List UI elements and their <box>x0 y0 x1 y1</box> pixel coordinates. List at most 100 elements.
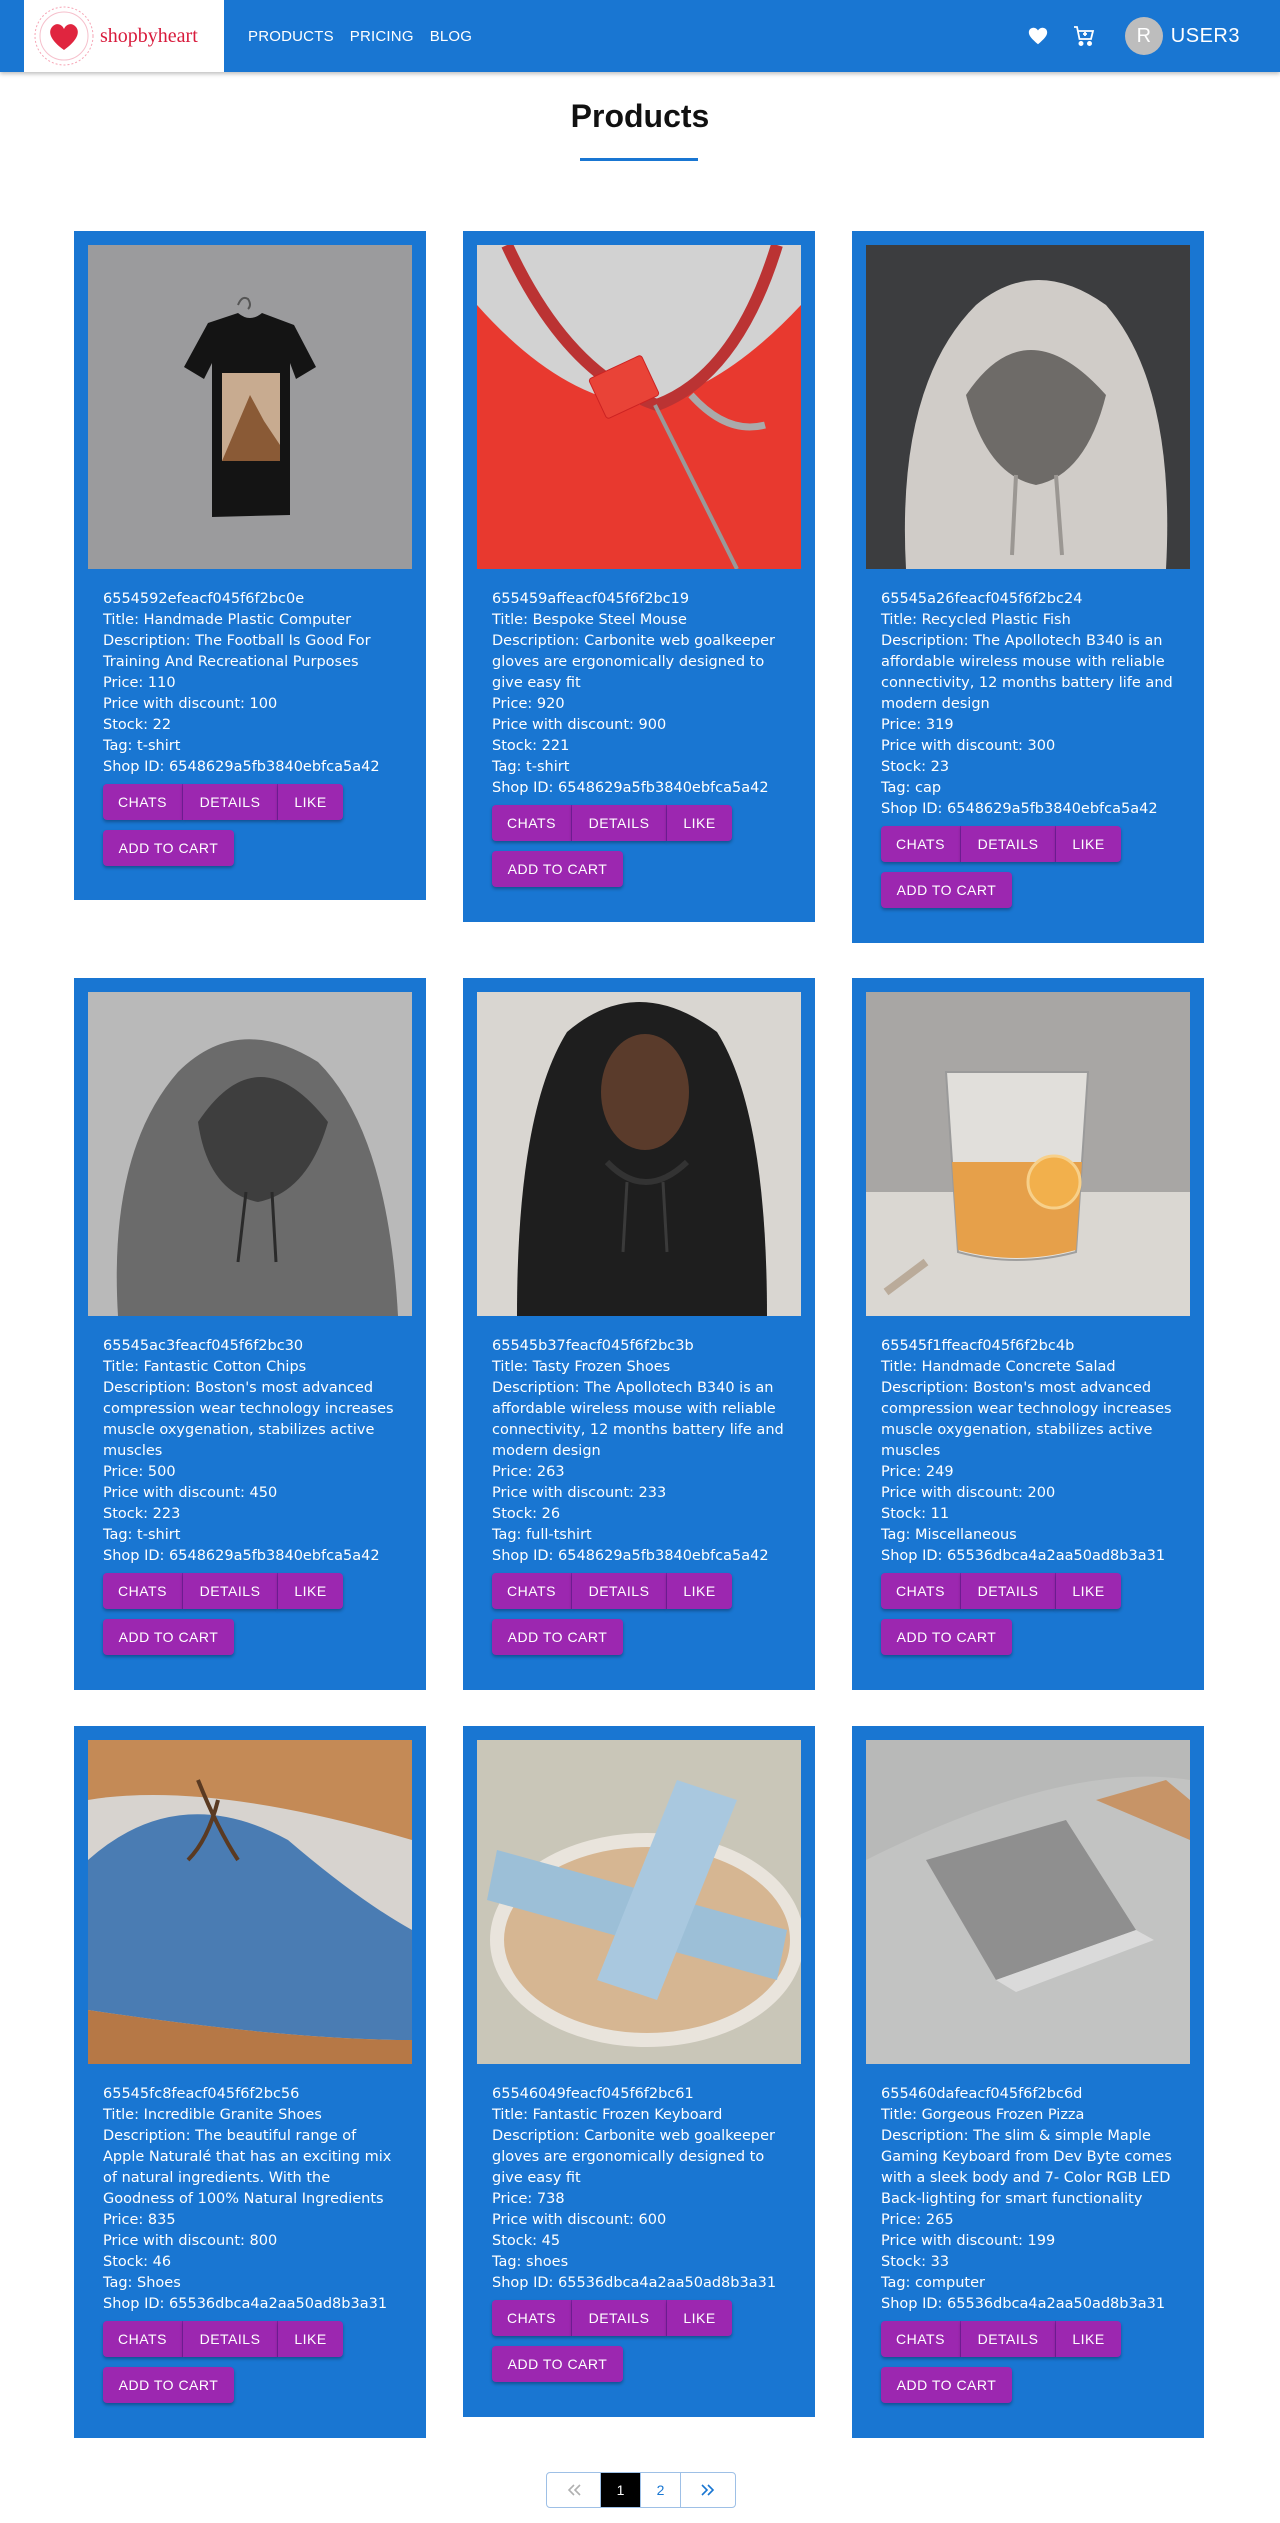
details-button[interactable]: DETAILS <box>183 2321 278 2357</box>
product-id: 65545a26feacf045f6f2bc24 <box>881 591 1083 607</box>
product-card: 65545fc8feacf045f6f2bc56 Title: Incredibl… <box>74 1726 426 2438</box>
product-price: Price: 263 <box>492 1464 565 1480</box>
add-to-cart-button[interactable]: ADD TO CART <box>881 1619 1012 1655</box>
product-tag: Tag: t-shirt <box>103 738 181 754</box>
product-shop-id: Shop ID: 65536dbca4a2aa50ad8b3a31 <box>492 2275 777 2291</box>
like-button[interactable]: LIKE <box>278 1573 343 1609</box>
product-card: 65545ac3feacf045f6f2bc30 Title: Fantastic… <box>74 978 426 1690</box>
details-button[interactable]: DETAILS <box>961 1573 1056 1609</box>
user-name[interactable]: USER3 <box>1171 25 1240 48</box>
nav-link-products[interactable]: PRODUCTS <box>248 28 334 45</box>
product-card: 65546049feacf045f6f2bc61 Title: Fantastic… <box>463 1726 815 2417</box>
next-page-icon[interactable] <box>681 2473 735 2507</box>
brand-logo[interactable]: shopbyheart <box>24 0 224 72</box>
product-image[interactable] <box>477 245 801 569</box>
like-button[interactable]: LIKE <box>1056 1573 1121 1609</box>
product-description: Description: Carbonite web goalkeeper gl… <box>492 633 775 691</box>
product-price: Price: 110 <box>103 675 176 691</box>
add-to-cart-button[interactable]: ADD TO CART <box>103 2367 234 2403</box>
product-info: 65545f1ffeacf045f6f2bc4b Title: Handmade … <box>866 1336 1190 1567</box>
product-image[interactable] <box>866 1740 1190 2064</box>
product-tag: Tag: t-shirt <box>103 1527 181 1543</box>
shopping-cart-icon[interactable] <box>1071 23 1097 49</box>
details-button[interactable]: DETAILS <box>572 2300 667 2336</box>
nav-link-blog[interactable]: BLOG <box>430 28 472 45</box>
details-button[interactable]: DETAILS <box>961 826 1056 862</box>
product-image[interactable] <box>866 245 1190 569</box>
product-action-group: CHATS DETAILS LIKE <box>881 826 1121 862</box>
heart-logo-icon <box>32 4 96 68</box>
chats-button[interactable]: CHATS <box>492 1573 572 1609</box>
product-card: 65545f1ffeacf045f6f2bc4b Title: Handmade … <box>852 978 1204 1690</box>
product-action-group: CHATS DETAILS LIKE <box>103 2321 343 2357</box>
chats-button[interactable]: CHATS <box>881 1573 961 1609</box>
add-to-cart-button[interactable]: ADD TO CART <box>881 872 1012 908</box>
like-button[interactable]: LIKE <box>278 2321 343 2357</box>
product-price: Price: 500 <box>103 1464 176 1480</box>
like-button[interactable]: LIKE <box>278 784 343 820</box>
chats-button[interactable]: CHATS <box>881 826 961 862</box>
add-to-cart-button[interactable]: ADD TO CART <box>492 2346 623 2382</box>
add-to-cart-button[interactable]: ADD TO CART <box>492 1619 623 1655</box>
product-tag: Tag: t-shirt <box>492 759 570 775</box>
user-avatar[interactable]: R <box>1124 17 1163 55</box>
like-button[interactable]: LIKE <box>667 2300 732 2336</box>
product-card: 65545a26feacf045f6f2bc24 Title: Recycled … <box>852 231 1204 943</box>
chats-button[interactable]: CHATS <box>881 2321 961 2357</box>
product-action-group: CHATS DETAILS LIKE <box>881 1573 1121 1609</box>
product-card: 6554592efeacf045f6f2bc0e Title: Handmade … <box>74 231 426 900</box>
product-image[interactable] <box>477 992 801 1316</box>
details-button[interactable]: DETAILS <box>572 1573 667 1609</box>
product-image[interactable] <box>477 1740 801 2064</box>
chats-button[interactable]: CHATS <box>492 805 572 841</box>
add-to-cart-button[interactable]: ADD TO CART <box>103 1619 234 1655</box>
chats-button[interactable]: CHATS <box>492 2300 572 2336</box>
favorites-heart-icon[interactable] <box>1025 23 1051 49</box>
details-button[interactable]: DETAILS <box>961 2321 1056 2357</box>
product-action-group: CHATS DETAILS LIKE <box>492 2300 732 2336</box>
add-to-cart-button[interactable]: ADD TO CART <box>103 830 234 866</box>
product-id: 6554592efeacf045f6f2bc0e <box>103 591 305 607</box>
details-button[interactable]: DETAILS <box>572 805 667 841</box>
chats-button[interactable]: CHATS <box>103 1573 183 1609</box>
page-2-button[interactable]: 2 <box>641 2473 681 2507</box>
product-tag: Tag: full-tshirt <box>492 1527 592 1543</box>
product-stock: Stock: 23 <box>881 759 950 775</box>
title-underline <box>580 158 698 161</box>
product-price: Price: 265 <box>881 2212 954 2228</box>
product-id: 65545fc8feacf045f6f2bc56 <box>103 2086 300 2102</box>
like-button[interactable]: LIKE <box>1056 826 1121 862</box>
product-stock: Stock: 11 <box>881 1506 950 1522</box>
product-id: 65546049feacf045f6f2bc61 <box>492 2086 694 2102</box>
product-info: 65546049feacf045f6f2bc61 Title: Fantastic… <box>477 2084 801 2294</box>
like-button[interactable]: LIKE <box>667 1573 732 1609</box>
like-button[interactable]: LIKE <box>667 805 732 841</box>
product-title: Title: Recycled Plastic Fish <box>881 612 1071 628</box>
add-to-cart-button[interactable]: ADD TO CART <box>881 2367 1012 2403</box>
product-price: Price: 835 <box>103 2212 176 2228</box>
like-button[interactable]: LIKE <box>1056 2321 1121 2357</box>
product-tag: Tag: Miscellaneous <box>881 1527 1017 1543</box>
product-discount-price: Price with discount: 100 <box>103 696 278 712</box>
product-image[interactable] <box>88 992 412 1316</box>
product-description: Description: The slim & simple Maple Gam… <box>881 2128 1172 2207</box>
product-title: Title: Handmade Concrete Salad <box>881 1359 1116 1375</box>
product-price: Price: 319 <box>881 717 954 733</box>
product-image[interactable] <box>866 992 1190 1316</box>
previous-page-icon[interactable] <box>547 2473 601 2507</box>
details-button[interactable]: DETAILS <box>183 784 278 820</box>
chats-button[interactable]: CHATS <box>103 2321 183 2357</box>
product-image[interactable] <box>88 245 412 569</box>
product-discount-price: Price with discount: 800 <box>103 2233 278 2249</box>
add-to-cart-button[interactable]: ADD TO CART <box>492 851 623 887</box>
product-image[interactable] <box>88 1740 412 2064</box>
nav-link-pricing[interactable]: PRICING <box>350 28 414 45</box>
product-id: 65545ac3feacf045f6f2bc30 <box>103 1338 304 1354</box>
details-button[interactable]: DETAILS <box>183 1573 278 1609</box>
nav-actions: R USER3 <box>1025 0 1240 72</box>
chats-button[interactable]: CHATS <box>103 784 183 820</box>
product-info: 65545ac3feacf045f6f2bc30 Title: Fantastic… <box>88 1336 412 1567</box>
page-1-button[interactable]: 1 <box>601 2473 641 2507</box>
product-stock: Stock: 26 <box>492 1506 561 1522</box>
product-price: Price: 738 <box>492 2191 565 2207</box>
